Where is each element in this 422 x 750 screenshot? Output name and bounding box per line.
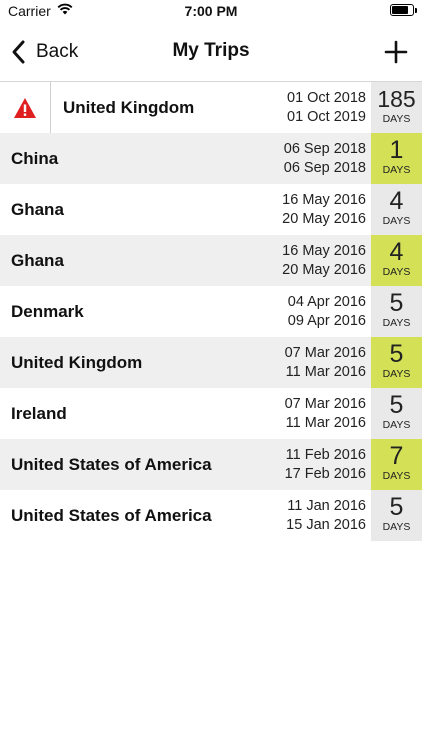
- days-label: DAYS: [382, 317, 411, 329]
- trip-row[interactable]: United States of America 11 Jan 2016 15 Ja…: [0, 490, 422, 541]
- page-title: My Trips: [172, 40, 250, 61]
- trip-dates: 04 Apr 2016 09 Apr 2016: [288, 293, 366, 331]
- days-label: DAYS: [382, 521, 411, 533]
- trip-row[interactable]: United States of America 11 Feb 2016 17 Fe…: [0, 439, 422, 490]
- days-count: 4: [389, 187, 404, 215]
- trip-dates: 11 Jan 2016 15 Jan 2016: [286, 497, 366, 535]
- warning-icon-cell[interactable]: [0, 82, 51, 133]
- days-badge: 4 DAYS: [371, 235, 422, 286]
- trip-dates: 01 Oct 2018 01 Oct 2019: [287, 89, 366, 127]
- days-label: DAYS: [382, 164, 411, 176]
- days-badge: 5 DAYS: [371, 286, 422, 337]
- trip-country: Ireland: [11, 404, 67, 423]
- days-label: DAYS: [382, 419, 411, 431]
- trip-end-date: 15 Jan 2016: [286, 517, 366, 533]
- days-badge: 5 DAYS: [371, 490, 422, 541]
- days-badge: 5 DAYS: [371, 388, 422, 439]
- days-count: 4: [389, 238, 404, 266]
- trip-row[interactable]: United Kingdom 07 Mar 2016 11 Mar 2016 5 DAY…: [0, 337, 422, 388]
- days-label: DAYS: [382, 368, 411, 380]
- days-count: 185: [377, 86, 416, 112]
- trip-start-date: 06 Sep 2018: [283, 141, 366, 157]
- days-badge: 7 DAYS: [371, 439, 422, 490]
- navigation-bar: Back My Trips: [0, 22, 422, 82]
- days-count: 5: [389, 391, 404, 419]
- trip-list: United Kingdom 01 Oct 2018 01 Oct 2019 185 D…: [0, 82, 422, 541]
- trip-country: Denmark: [11, 302, 84, 321]
- days-label: DAYS: [382, 113, 411, 125]
- trip-start-date: 07 Mar 2016: [284, 396, 366, 412]
- days-badge: 185 DAYS: [371, 82, 422, 133]
- days-count: 5: [389, 340, 404, 368]
- trip-start-date: 16 May 2016: [282, 192, 366, 208]
- status-time: 7:00 PM: [184, 3, 238, 19]
- days-count: 5: [389, 493, 404, 521]
- trip-dates: 11 Feb 2016 17 Feb 2016: [285, 446, 366, 484]
- days-badge: 5 DAYS: [371, 337, 422, 388]
- trip-start-date: 11 Feb 2016: [285, 447, 366, 463]
- trip-row[interactable]: Ireland 07 Mar 2016 11 Mar 2016 5 DAYS: [0, 388, 422, 439]
- trip-row[interactable]: Ghana 16 May 2016 20 May 2016 4 DAYS: [0, 235, 422, 286]
- trip-country: Ghana: [11, 251, 64, 270]
- trip-country: United Kingdom: [11, 353, 143, 372]
- days-label: DAYS: [382, 266, 411, 278]
- trip-start-date: 16 May 2016: [282, 243, 366, 259]
- trip-end-date: 11 Mar 2016: [285, 364, 366, 380]
- trip-country: United States of America: [11, 506, 212, 525]
- trip-country: Ghana: [11, 200, 64, 219]
- trip-end-date: 17 Feb 2016: [284, 466, 366, 482]
- days-count: 7: [389, 442, 404, 470]
- days-badge: 1 DAYS: [371, 133, 422, 184]
- trip-dates: 07 Mar 2016 11 Mar 2016: [285, 344, 366, 382]
- plus-icon[interactable]: [380, 36, 412, 68]
- days-count: 1: [389, 136, 404, 164]
- trip-row[interactable]: United Kingdom 01 Oct 2018 01 Oct 2019 185 D…: [0, 82, 422, 133]
- trip-row[interactable]: Denmark 04 Apr 2016 09 Apr 2016 5 DAYS: [0, 286, 422, 337]
- battery-fill: [392, 6, 408, 14]
- days-count: 5: [389, 289, 404, 317]
- trip-end-date: 06 Sep 2018: [283, 160, 366, 176]
- trip-start-date: 04 Apr 2016: [287, 294, 366, 310]
- trip-end-date: 11 Mar 2016: [285, 415, 366, 431]
- trip-row[interactable]: China 06 Sep 2018 06 Sep 2018 1 DAYS: [0, 133, 422, 184]
- trip-country: United Kingdom: [63, 98, 195, 117]
- trip-end-date: 01 Oct 2019: [287, 109, 366, 125]
- trip-dates: 16 May 2016 20 May 2016: [282, 191, 366, 229]
- status-bar: Carrier 7:00 PM: [0, 0, 422, 22]
- trip-end-date: 09 Apr 2016: [287, 313, 366, 329]
- trip-dates: 06 Sep 2018 06 Sep 2018: [284, 140, 366, 178]
- trip-dates: 07 Mar 2016 11 Mar 2016: [285, 395, 366, 433]
- trip-row[interactable]: Ghana 16 May 2016 20 May 2016 4 DAYS: [0, 184, 422, 235]
- trip-dates: 16 May 2016 20 May 2016: [282, 242, 366, 280]
- trip-country: United States of America: [11, 455, 212, 474]
- trip-start-date: 11 Jan 2016: [287, 498, 366, 514]
- trip-end-date: 20 May 2016: [282, 211, 366, 227]
- days-badge: 4 DAYS: [371, 184, 422, 235]
- trip-country: China: [11, 149, 59, 168]
- trip-start-date: 07 Mar 2016: [284, 345, 366, 361]
- trip-end-date: 20 May 2016: [282, 262, 366, 278]
- warning-icon: [14, 97, 36, 118]
- trip-start-date: 01 Oct 2018: [287, 90, 366, 106]
- battery-icon: [390, 4, 417, 16]
- days-label: DAYS: [382, 470, 411, 482]
- days-label: DAYS: [382, 215, 411, 227]
